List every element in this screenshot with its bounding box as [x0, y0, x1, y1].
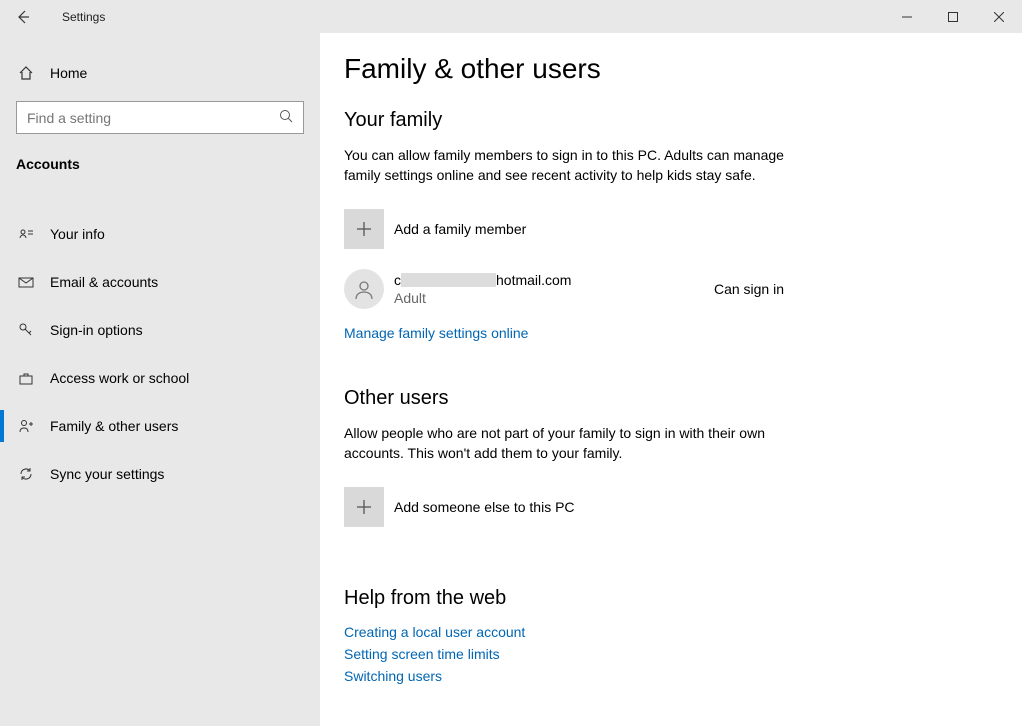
sidebar-category: Accounts — [0, 142, 320, 182]
search-box[interactable] — [16, 101, 304, 134]
redacted-text — [401, 273, 496, 287]
sidebar-item-label: Sync your settings — [50, 466, 164, 482]
section-heading-other: Other users — [344, 387, 998, 410]
plus-icon — [344, 487, 384, 527]
email-prefix: c — [394, 272, 401, 288]
people-icon — [16, 418, 36, 434]
family-user-row[interactable]: c hotmail.com Adult Can sign in — [344, 269, 784, 309]
sidebar-item-your-info[interactable]: Your info — [0, 210, 320, 258]
help-link[interactable]: Creating a local user account — [344, 624, 998, 640]
sidebar-nav: Your info Email & accounts Sign-in optio… — [0, 210, 320, 498]
section-heading-help: Help from the web — [344, 587, 998, 610]
help-link[interactable]: Switching users — [344, 668, 998, 684]
person-icon — [353, 278, 375, 300]
search-input[interactable] — [27, 110, 279, 126]
close-button[interactable] — [976, 0, 1022, 33]
sidebar-item-email-accounts[interactable]: Email & accounts — [0, 258, 320, 306]
sidebar-item-sign-in-options[interactable]: Sign-in options — [0, 306, 320, 354]
briefcase-icon — [16, 370, 36, 386]
add-other-user-label: Add someone else to this PC — [394, 499, 575, 515]
section-heading-family: Your family — [344, 109, 998, 132]
close-icon — [994, 12, 1004, 22]
person-card-icon — [16, 226, 36, 242]
sidebar-item-family-other-users[interactable]: Family & other users — [0, 402, 320, 450]
maximize-button[interactable] — [930, 0, 976, 33]
back-button[interactable] — [0, 0, 46, 33]
sidebar-item-sync-settings[interactable]: Sync your settings — [0, 450, 320, 498]
content-area[interactable]: Family & other users Your family You can… — [320, 33, 1022, 726]
section-desc-other: Allow people who are not part of your fa… — [344, 424, 784, 463]
arrow-left-icon — [15, 9, 31, 25]
user-email: c hotmail.com — [394, 272, 714, 288]
add-other-user-button[interactable]: Add someone else to this PC — [344, 487, 998, 527]
sidebar-item-label: Family & other users — [50, 418, 178, 434]
user-info: c hotmail.com Adult — [394, 272, 714, 306]
home-button[interactable]: Home — [0, 55, 320, 91]
sidebar-item-label: Your info — [50, 226, 105, 242]
window-controls — [884, 0, 1022, 33]
minimize-button[interactable] — [884, 0, 930, 33]
sidebar-item-label: Access work or school — [50, 370, 189, 386]
sidebar: Home Accounts Your info Emai — [0, 33, 320, 726]
plus-icon — [344, 209, 384, 249]
mail-icon — [16, 274, 36, 290]
home-icon — [16, 65, 36, 81]
user-role: Adult — [394, 290, 714, 306]
search-icon — [279, 109, 293, 126]
sidebar-item-label: Email & accounts — [50, 274, 158, 290]
sync-icon — [16, 466, 36, 482]
sidebar-item-access-work-school[interactable]: Access work or school — [0, 354, 320, 402]
titlebar: Settings — [0, 0, 1022, 33]
home-label: Home — [50, 65, 87, 81]
maximize-icon — [948, 12, 958, 22]
help-link[interactable]: Setting screen time limits — [344, 646, 998, 662]
add-family-member-button[interactable]: Add a family member — [344, 209, 998, 249]
section-desc-family: You can allow family members to sign in … — [344, 146, 784, 185]
sidebar-item-label: Sign-in options — [50, 322, 143, 338]
add-family-member-label: Add a family member — [394, 221, 526, 237]
minimize-icon — [902, 12, 912, 22]
manage-family-link[interactable]: Manage family settings online — [344, 325, 998, 341]
key-icon — [16, 322, 36, 338]
user-status: Can sign in — [714, 281, 784, 297]
avatar — [344, 269, 384, 309]
page-title: Family & other users — [344, 53, 998, 85]
window-title: Settings — [62, 10, 105, 24]
email-suffix: hotmail.com — [496, 272, 571, 288]
